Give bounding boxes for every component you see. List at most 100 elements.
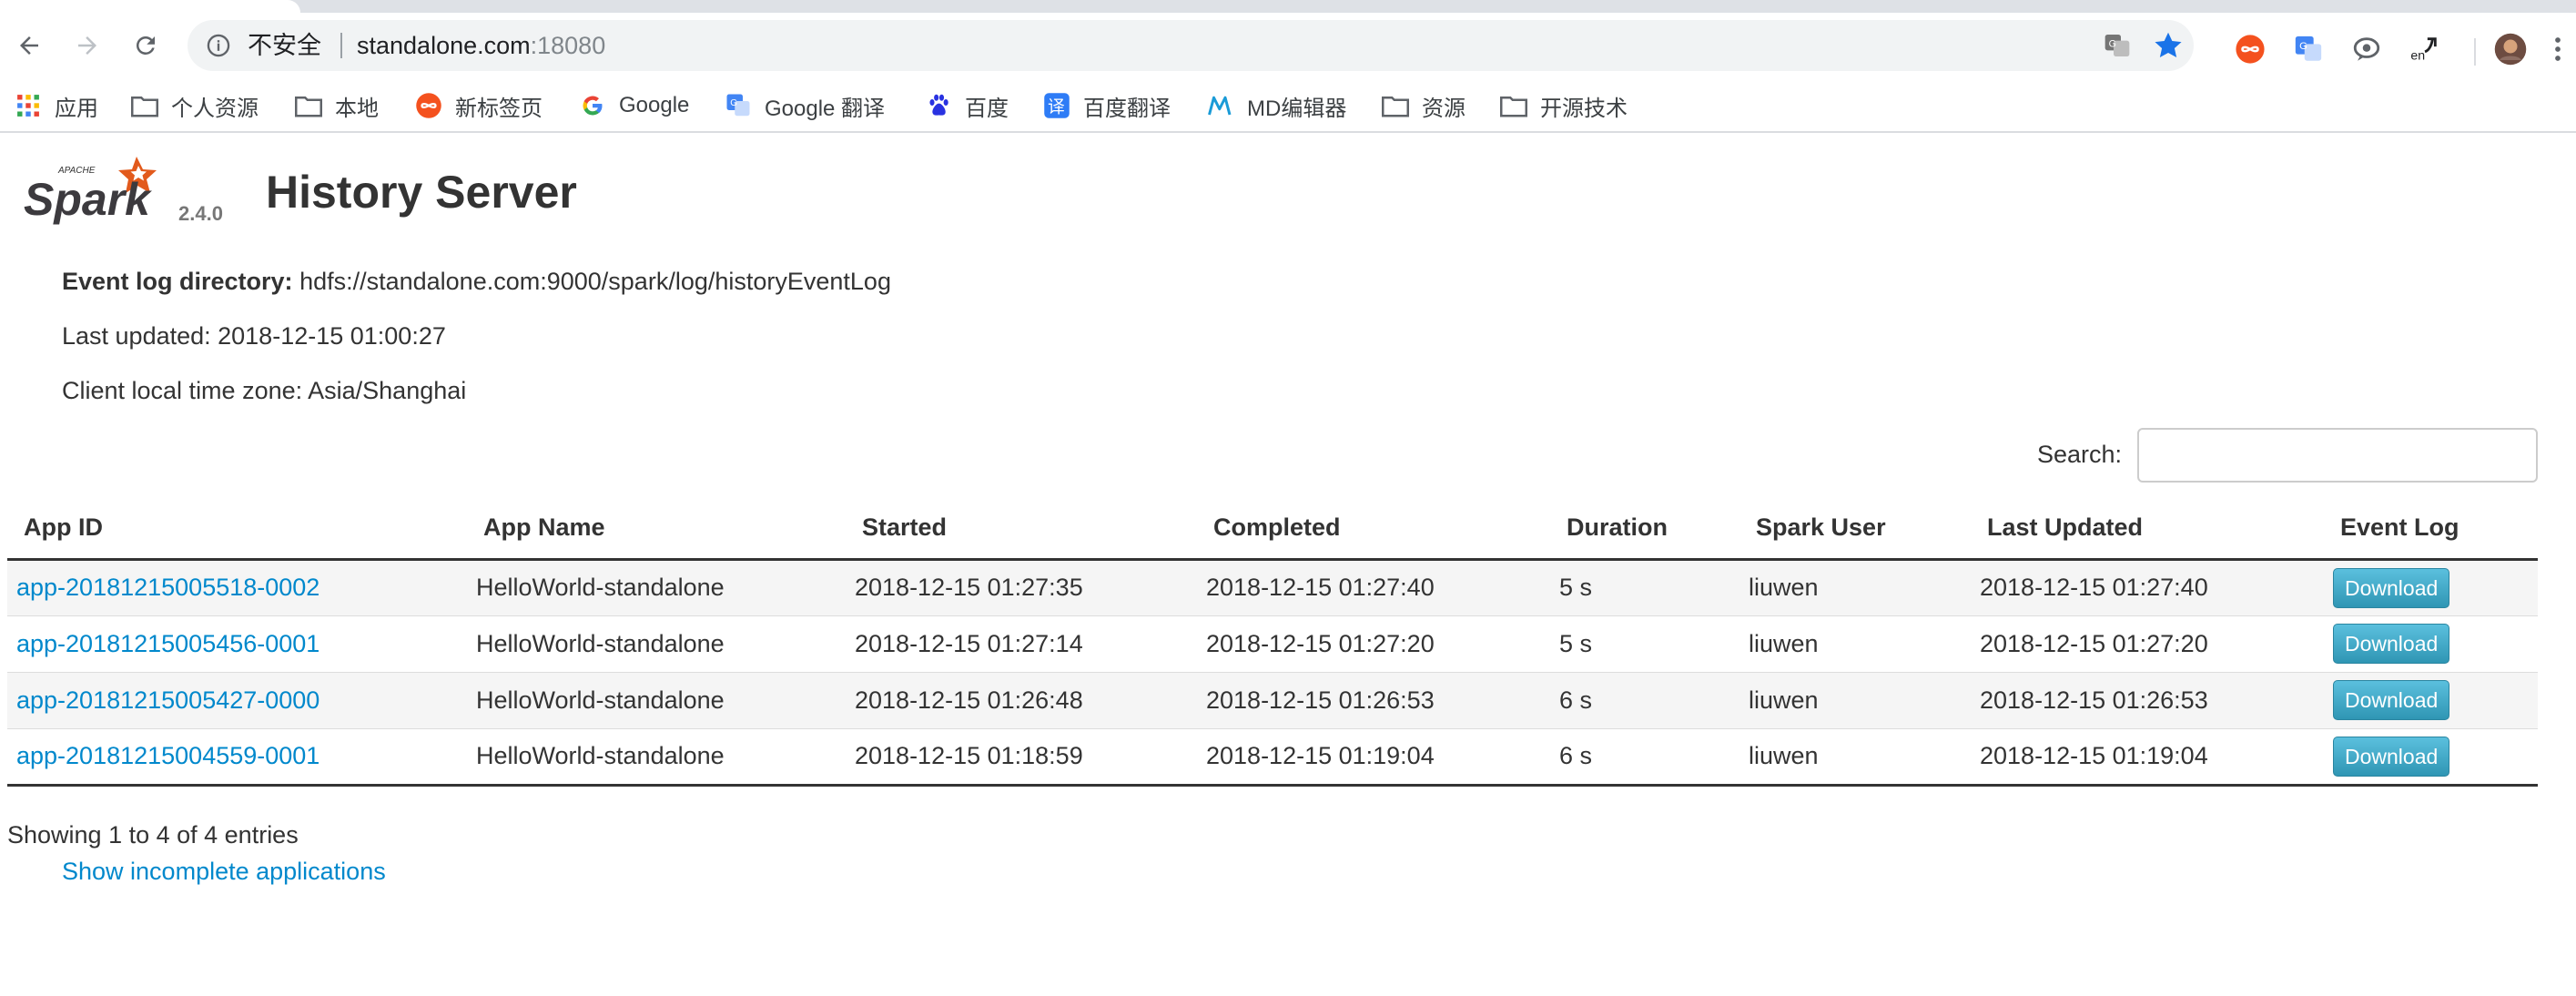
table-header-row: App ID App Name Started Completed Durati… bbox=[7, 497, 2538, 561]
extension-en[interactable]: en bbox=[2409, 33, 2441, 66]
app-id-link[interactable]: app-20181215004559-0001 bbox=[16, 742, 319, 769]
bookmark-apps[interactable]: 应用 bbox=[15, 78, 98, 133]
svg-text:译: 译 bbox=[1048, 98, 1065, 117]
back-button[interactable] bbox=[9, 25, 49, 66]
download-button[interactable]: Download bbox=[2333, 624, 2450, 664]
bookmark-new-tab[interactable]: 新标签页 bbox=[415, 78, 543, 133]
column-header-completed[interactable]: Completed bbox=[1197, 497, 1550, 561]
column-header-app-name[interactable]: App Name bbox=[467, 497, 846, 561]
spark-version: 2.4.0 bbox=[178, 202, 223, 225]
download-button[interactable]: Download bbox=[2333, 567, 2450, 608]
bookmark-label: 资源 bbox=[1422, 96, 1465, 121]
bookmark-folder-local[interactable]: 本地 bbox=[295, 78, 379, 133]
svg-text:en: en bbox=[2410, 48, 2425, 63]
column-header-duration[interactable]: Duration bbox=[1550, 497, 1739, 561]
client-timezone: Client local time zone: Asia/Shanghai bbox=[62, 377, 467, 404]
spark-user-cell: liuwen bbox=[1739, 615, 1971, 672]
url-port: :18080 bbox=[530, 32, 606, 59]
back-arrow-icon bbox=[20, 36, 38, 55]
spark-logo[interactable]: APACHE Spark bbox=[22, 153, 171, 229]
reload-icon bbox=[136, 36, 155, 55]
history-server-page: APACHE Spark 2.4.0 History Server Event … bbox=[0, 135, 2576, 996]
tab-strip bbox=[0, 0, 2576, 13]
duration-cell: 5 s bbox=[1550, 558, 1739, 615]
address-bar[interactable]: 不安全 standalone.com:18080 G bbox=[188, 20, 2194, 71]
google-translate-icon: G bbox=[725, 92, 752, 119]
profile-avatar[interactable] bbox=[2494, 33, 2527, 66]
table-row: app-20181215004559-0001 HelloWorld-stand… bbox=[7, 727, 2538, 787]
event-log-value: hdfs://standalone.com:9000/spark/log/his… bbox=[299, 268, 891, 295]
completed-cell: 2018-12-15 01:19:04 bbox=[1197, 727, 1550, 787]
event-log-cell: Download bbox=[2324, 558, 2538, 615]
apps-grid-icon bbox=[15, 92, 42, 119]
omnibox-separator bbox=[340, 33, 342, 58]
bookmark-md-editor[interactable]: MD编辑器 bbox=[1207, 78, 1346, 133]
extension-infinity[interactable] bbox=[2234, 33, 2267, 66]
bookmark-google[interactable]: Google bbox=[579, 78, 689, 133]
security-label: 不安全 bbox=[248, 32, 321, 59]
bookmark-label: 本地 bbox=[335, 96, 379, 121]
column-header-app-id[interactable]: App ID bbox=[7, 497, 467, 561]
show-incomplete-link[interactable]: Show incomplete applications bbox=[62, 858, 386, 886]
completed-cell: 2018-12-15 01:27:40 bbox=[1197, 558, 1550, 615]
google-translate-icon: G bbox=[2295, 36, 2322, 61]
event-log-cell: Download bbox=[2324, 615, 2538, 672]
bookmark-folder-opensource[interactable]: 开源技术 bbox=[1500, 78, 1628, 133]
app-name-cell: HelloWorld-standalone bbox=[467, 671, 846, 728]
last-updated-cell: 2018-12-15 01:19:04 bbox=[1971, 727, 2324, 787]
kebab-menu-icon bbox=[2555, 37, 2561, 61]
page-title: History Server bbox=[266, 167, 577, 218]
app-id-link[interactable]: app-20181215005518-0002 bbox=[16, 574, 319, 601]
extension-translate[interactable]: G bbox=[2292, 33, 2325, 66]
started-cell: 2018-12-15 01:26:48 bbox=[846, 671, 1197, 728]
reload-button[interactable] bbox=[126, 25, 166, 66]
event-log-label: Event log directory: bbox=[62, 268, 293, 295]
folder-icon bbox=[131, 92, 158, 119]
bookmark-label: MD编辑器 bbox=[1247, 96, 1347, 121]
bookmark-baidu[interactable]: 百度 bbox=[925, 78, 1009, 133]
extension-chat[interactable] bbox=[2350, 33, 2383, 66]
app-id-cell: app-20181215005518-0002 bbox=[7, 558, 467, 615]
app-id-link[interactable]: app-20181215005456-0001 bbox=[16, 630, 319, 657]
svg-text:Spark: Spark bbox=[24, 174, 152, 225]
bookmark-star-icon[interactable] bbox=[2152, 29, 2185, 62]
language-en-icon: en bbox=[2410, 37, 2437, 63]
forward-arrow-icon bbox=[78, 36, 96, 55]
bookmark-label: 应用 bbox=[55, 96, 98, 121]
search-input[interactable] bbox=[2137, 428, 2538, 483]
app-id-cell: app-20181215005427-0000 bbox=[7, 671, 467, 728]
avatar-icon bbox=[2494, 33, 2527, 66]
forward-button[interactable] bbox=[67, 25, 107, 66]
started-cell: 2018-12-15 01:18:59 bbox=[846, 727, 1197, 787]
svg-text:G: G bbox=[730, 98, 737, 108]
info-icon[interactable] bbox=[206, 33, 231, 58]
column-header-started[interactable]: Started bbox=[846, 497, 1197, 561]
toolbar-divider bbox=[2474, 38, 2476, 66]
page-translate-icon[interactable]: G bbox=[2103, 31, 2132, 60]
last-updated-cell: 2018-12-15 01:26:53 bbox=[1971, 671, 2324, 728]
bookmark-folder-resources[interactable]: 资源 bbox=[1382, 78, 1465, 133]
event-log-cell: Download bbox=[2324, 727, 2538, 787]
spark-user-cell: liuwen bbox=[1739, 671, 1971, 728]
browser-menu-button[interactable] bbox=[2549, 33, 2567, 66]
started-cell: 2018-12-15 01:27:14 bbox=[846, 615, 1197, 672]
completed-cell: 2018-12-15 01:27:20 bbox=[1197, 615, 1550, 672]
app-id-cell: app-20181215004559-0001 bbox=[7, 727, 467, 787]
bookmark-folder-personal[interactable]: 个人资源 bbox=[131, 78, 259, 133]
applications-table: App ID App Name Started Completed Durati… bbox=[7, 497, 2538, 787]
download-button[interactable]: Download bbox=[2333, 680, 2450, 720]
bookmark-baidu-translate[interactable]: 译 百度翻译 bbox=[1043, 78, 1171, 133]
event-log-cell: Download bbox=[2324, 671, 2538, 728]
md-editor-icon bbox=[1207, 92, 1234, 119]
download-button[interactable]: Download bbox=[2333, 736, 2450, 777]
app-id-link[interactable]: app-20181215005427-0000 bbox=[16, 686, 319, 714]
column-header-spark-user[interactable]: Spark User bbox=[1739, 497, 1971, 561]
chat-bubble-icon bbox=[2353, 37, 2380, 61]
table-row: app-20181215005518-0002 HelloWorld-stand… bbox=[7, 558, 2538, 615]
url-text[interactable]: standalone.com:18080 bbox=[357, 20, 605, 71]
column-header-last-updated[interactable]: Last Updated bbox=[1971, 497, 2324, 561]
infinity-icon bbox=[2236, 35, 2265, 64]
bookmark-google-translate[interactable]: G Google 翻译 bbox=[725, 78, 885, 133]
active-tab[interactable] bbox=[0, 0, 300, 13]
column-header-event-log[interactable]: Event Log bbox=[2324, 497, 2538, 561]
